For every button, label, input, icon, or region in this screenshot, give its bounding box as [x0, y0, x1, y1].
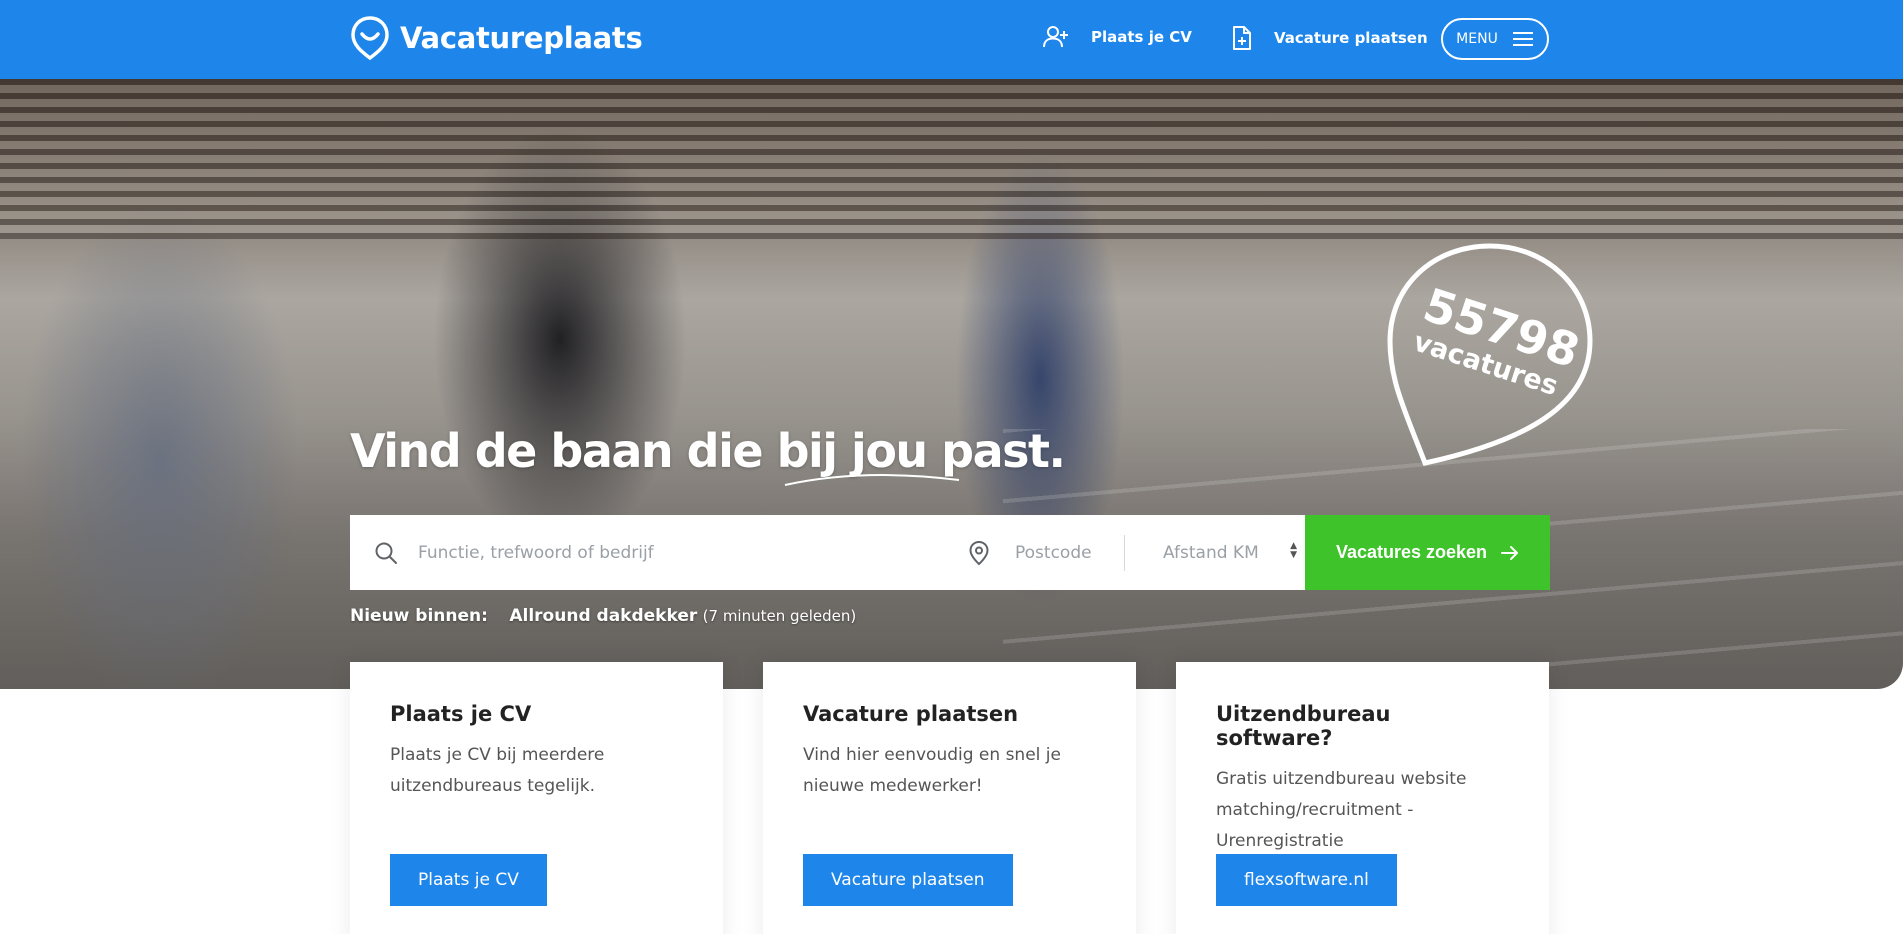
card-title: Uitzendbureau software?	[1216, 702, 1391, 750]
recent-time-ago: (7 minuten geleden)	[702, 607, 857, 625]
top-navigation-bar: Vacatureplaats Plaats je CV Vacature pla…	[0, 0, 1903, 79]
card-vacature-plaatsen-button[interactable]: Vacature plaatsen	[803, 854, 1013, 906]
recent-vacancy-ticker: Nieuw binnen: Allround dakdekker (7 minu…	[350, 606, 856, 626]
map-pin-icon	[969, 540, 989, 566]
nav-vacature-plaatsen[interactable]: Vacature plaatsen	[1232, 25, 1428, 51]
card-flexsoftware-button[interactable]: flexsoftware.nl	[1216, 854, 1397, 906]
vacancy-count-badge: 55798 vacatures	[1387, 243, 1593, 466]
file-plus-icon	[1233, 26, 1251, 50]
recent-job-title: Allround dakdekker	[509, 606, 698, 626]
hamburger-icon	[1512, 32, 1533, 46]
hero-overlay	[0, 79, 1903, 689]
card-plaats-cv-button[interactable]: Plaats je CV	[390, 854, 547, 906]
card-title: Plaats je CV	[390, 702, 532, 726]
menu-label: MENU	[1456, 31, 1498, 47]
nav-plaats-cv[interactable]: Plaats je CV	[1043, 25, 1192, 49]
card-vacature-plaatsen: Vacature plaatsen Vind hier eenvoudig en…	[763, 662, 1136, 934]
search-icon	[375, 542, 397, 564]
card-text: Vind hier eenvoudig en snel je nieuwe me…	[803, 745, 1061, 796]
user-plus-icon	[1043, 26, 1068, 48]
distance-select[interactable]: Afstand KM ▲ ▼	[1125, 515, 1305, 590]
headline-underline	[784, 474, 960, 486]
brand-logo-link[interactable]: Vacatureplaats	[350, 16, 643, 60]
menu-button[interactable]: MENU	[1441, 18, 1549, 60]
card-uitzendbureau-software: Uitzendbureau software? Gratis uitzendbu…	[1176, 662, 1549, 934]
recent-lead-label: Nieuw binnen:	[350, 606, 488, 626]
brand-name: Vacatureplaats	[400, 21, 643, 55]
recent-vacancy-link[interactable]: Allround dakdekker	[509, 606, 697, 626]
postcode-input[interactable]	[1015, 515, 1125, 590]
nav-plaats-cv-label: Plaats je CV	[1091, 28, 1192, 46]
card-title: Vacature plaatsen	[803, 702, 1019, 726]
location-pin-smile-icon	[351, 16, 389, 60]
card-text: Gratis uitzendbureau website matching/re…	[1216, 769, 1467, 851]
card-text: Plaats je CV bij meerdere uitzendbureaus…	[390, 745, 605, 796]
arrow-right-icon	[1501, 545, 1519, 560]
card-plaats-cv: Plaats je CV Plaats je CV bij meerdere u…	[350, 662, 723, 934]
search-submit-button[interactable]: Vacatures zoeken	[1305, 515, 1550, 590]
hero-section	[0, 79, 1903, 689]
search-submit-label: Vacatures zoeken	[1335, 542, 1488, 562]
keyword-search-input[interactable]	[418, 515, 918, 590]
distance-select-label: Afstand KM	[1163, 542, 1259, 563]
select-arrows-icon: ▲ ▼	[1290, 541, 1297, 560]
search-bar: Afstand KM ▲▼ Vacatures zoeken	[350, 515, 1550, 590]
nav-vacature-plaatsen-label: Vacature plaatsen	[1274, 29, 1428, 47]
